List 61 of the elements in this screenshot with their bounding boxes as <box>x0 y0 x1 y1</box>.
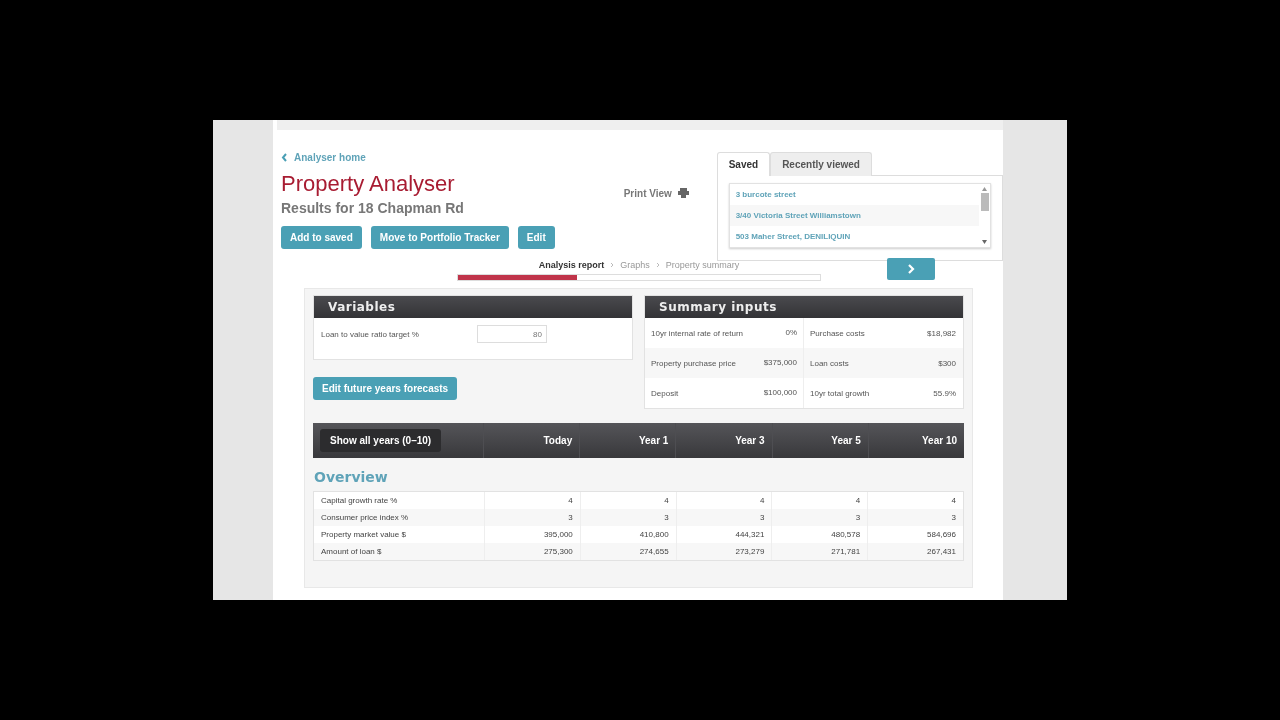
summary-label: Deposit <box>650 388 680 398</box>
column-header: Year 3 <box>675 423 772 458</box>
summary-value: $375,000 <box>757 348 804 378</box>
show-all-years-button[interactable]: Show all years (0–10) <box>320 429 442 452</box>
table-cell: 275,300 <box>484 543 580 560</box>
column-header: Year 10 <box>867 423 964 458</box>
tab[interactable]: Saved <box>716 152 771 176</box>
summary-value: $100,000 <box>757 378 804 408</box>
chevron-right-icon <box>907 264 915 274</box>
table-cell: 267,431 <box>867 543 963 560</box>
chevron-right-icon <box>655 262 660 268</box>
chevron-left-icon <box>281 153 288 162</box>
summary-label: Loan costs <box>809 358 850 368</box>
action-button[interactable]: Edit <box>517 226 555 249</box>
edit-forecasts-button[interactable]: Edit future years forecasts <box>313 377 458 400</box>
summary-value: $300 <box>937 358 957 368</box>
table-cell: 3 <box>579 509 676 526</box>
input-field[interactable]: 80 <box>477 325 547 343</box>
table-cell: 3 <box>771 509 868 526</box>
column-header: Today <box>483 423 580 458</box>
summary-label: 10yr total growth <box>809 388 871 398</box>
row-label: Property market value $ <box>320 529 407 541</box>
saved-item-link[interactable]: 3/40 Victoria Street Williamstown <box>729 205 979 226</box>
row-label: Amount of loan $ <box>320 546 383 558</box>
table-cell: 3 <box>484 509 580 526</box>
action-button[interactable]: Move to Portfolio Tracker <box>370 226 509 249</box>
back-link[interactable]: Analyser home <box>281 152 617 163</box>
step-link[interactable]: Property summary <box>665 260 740 270</box>
section-title: Overview <box>314 469 389 485</box>
table-cell: 274,655 <box>579 543 676 560</box>
summary-value: $18,982 <box>926 328 957 338</box>
scroll-up-icon[interactable] <box>982 187 987 191</box>
saved-item-link[interactable]: 3 burcote street <box>729 184 979 205</box>
row-label: Capital growth rate % <box>320 495 399 507</box>
summary-value: 55.9% <box>932 388 957 398</box>
table-cell: 3 <box>867 509 963 526</box>
field-label: Loan to value ratio target % <box>321 329 420 339</box>
table-cell: 273,279 <box>675 543 772 560</box>
scroll-down-icon[interactable] <box>982 240 987 244</box>
table-cell: 271,781 <box>771 543 868 560</box>
tab[interactable]: Recently viewed <box>770 152 872 176</box>
scrollbar[interactable] <box>979 184 990 247</box>
chevron-right-icon <box>610 262 615 268</box>
row-label: Consumer price index % <box>320 512 410 524</box>
summary-label: Property purchase price <box>650 358 737 368</box>
next-button[interactable] <box>887 258 935 280</box>
table-cell: 3 <box>675 509 772 526</box>
saved-item-link[interactable]: 503 Maher Street, DENILIQUIN <box>729 226 979 247</box>
page-title: Property Analyser <box>281 171 456 197</box>
column-header: Year 5 <box>771 423 868 458</box>
card-header: Variables <box>314 296 632 318</box>
print-view-link[interactable]: Print View <box>623 188 703 200</box>
column-header: Year 1 <box>579 423 676 458</box>
printer-icon <box>677 188 689 198</box>
step-link[interactable]: Analysis report <box>538 260 605 270</box>
summary-label: 10yr internal rate of return <box>650 328 745 338</box>
summary-label: Purchase costs <box>809 328 866 338</box>
action-button[interactable]: Add to saved <box>281 226 362 249</box>
page-subtitle: Results for 18 Chapman Rd <box>281 200 465 216</box>
step-link[interactable]: Graphs <box>620 260 650 270</box>
card-header: Summary inputs <box>645 296 963 318</box>
